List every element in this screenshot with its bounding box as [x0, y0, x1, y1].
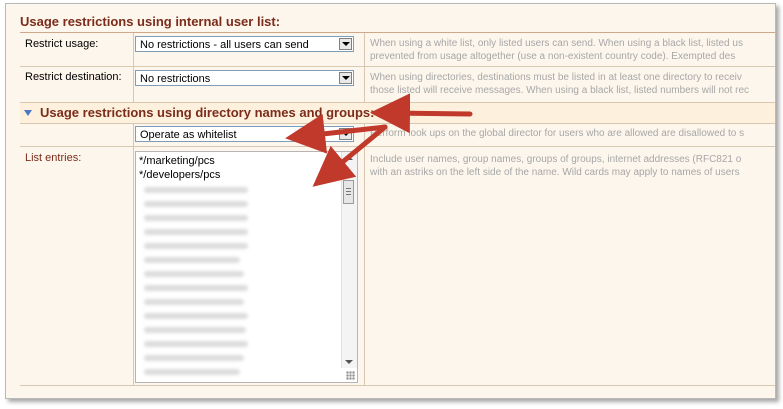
column-divider [133, 33, 134, 386]
section-title-directory-groups: Usage restrictions using directory names… [40, 105, 375, 120]
restrict-usage-label: Restrict usage: [25, 38, 99, 50]
chevron-down-icon[interactable] [339, 72, 352, 84]
chevron-down-icon[interactable] [339, 128, 352, 140]
directory-mode-value: Operate as whitelist [140, 129, 237, 141]
help-line: those listed will receive messages. When… [370, 85, 750, 96]
scroll-up-icon[interactable] [345, 156, 353, 160]
redacted-entry [144, 215, 248, 221]
help-line: Include user names, group names, groups … [370, 154, 742, 165]
help-line: prevented from usage altogether (use a n… [370, 51, 736, 62]
help-line: Perform look ups on the global director … [370, 128, 745, 139]
directory-mode-select[interactable]: Operate as whitelist [135, 126, 354, 142]
redacted-entry [144, 341, 248, 347]
help-line: with an astriks on the left side of the … [370, 167, 740, 178]
row-divider [20, 385, 775, 386]
list-entries-help: Include user names, group names, groups … [370, 153, 775, 179]
redacted-entry [144, 229, 248, 235]
scroll-thumb[interactable] [343, 180, 354, 204]
restrict-destination-value: No restrictions [140, 73, 211, 85]
redacted-entry [144, 327, 246, 333]
help-line: When using directories, destinations mus… [370, 72, 742, 83]
restrict-usage-help: When using a white list, only listed use… [370, 37, 775, 63]
list-item: */developers/pcs [139, 169, 221, 181]
chevron-down-icon[interactable] [339, 38, 352, 50]
redacted-entry [144, 313, 248, 319]
chevron-down-icon[interactable] [24, 110, 32, 116]
redacted-entry [144, 285, 248, 291]
restrict-destination-help: When using directories, destinations mus… [370, 71, 775, 97]
redacted-entry [144, 201, 248, 207]
restrict-destination-select[interactable]: No restrictions [135, 70, 354, 86]
list-entries-label: List entries: [25, 152, 82, 164]
restrict-usage-value: No restrictions - all users can send [140, 39, 309, 51]
redacted-entry [144, 271, 244, 277]
scroll-down-icon[interactable] [345, 360, 353, 364]
restrict-usage-select[interactable]: No restrictions - all users can send [135, 36, 354, 52]
section-title-internal-user-list: Usage restrictions using internal user l… [20, 14, 281, 29]
row-divider [20, 146, 775, 147]
list-scrollbar[interactable] [341, 152, 357, 368]
list-entries-textarea[interactable]: */marketing/pcs */developers/pcs [135, 151, 358, 383]
redacted-entry [144, 369, 240, 375]
redacted-entry [144, 299, 244, 305]
resize-grip-icon[interactable] [346, 371, 355, 380]
restrict-destination-label: Restrict destination: [25, 71, 122, 83]
help-line: When using a white list, only listed use… [370, 38, 743, 49]
redacted-entry [144, 243, 248, 249]
settings-panel: Usage restrictions using internal user l… [5, 3, 776, 399]
directory-mode-help: Perform look ups on the global director … [370, 127, 775, 140]
redacted-entry [144, 355, 244, 361]
section-header-directory-groups[interactable]: Usage restrictions using directory names… [20, 102, 775, 124]
list-item: */marketing/pcs [139, 155, 215, 167]
redacted-entry [144, 187, 248, 193]
redacted-entry [144, 257, 240, 263]
row-divider [20, 66, 775, 67]
column-divider [364, 33, 365, 386]
